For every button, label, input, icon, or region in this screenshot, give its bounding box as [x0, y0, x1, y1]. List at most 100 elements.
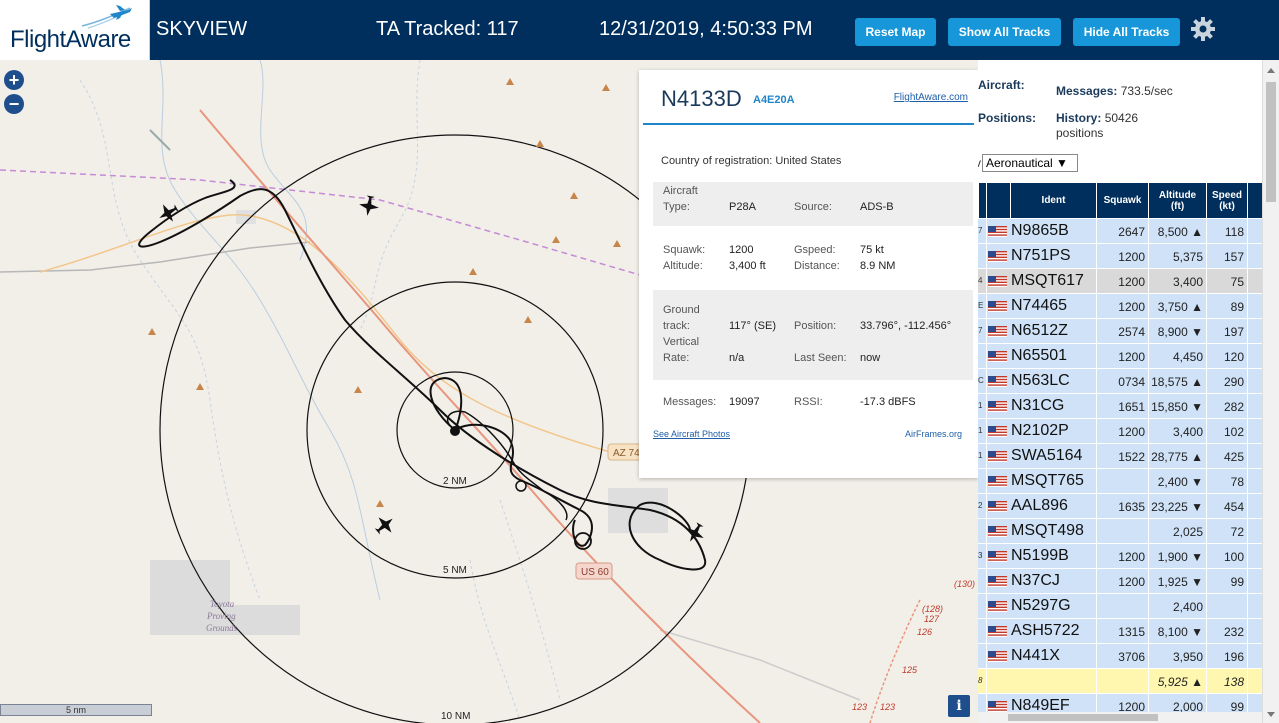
popup-altitude-label: Altitude: — [663, 260, 703, 272]
column-header-edge[interactable] — [978, 183, 986, 218]
table-row[interactable]: N65501 1200 4,450 120 — [978, 344, 1262, 369]
row-edge-cell — [978, 244, 986, 268]
cell-divider — [986, 219, 987, 243]
row-speed: 99 — [1230, 575, 1244, 589]
table-row[interactable]: 7 N6512Z 2574 8,900 ▼ 197 — [978, 319, 1262, 344]
row-edge-cell — [978, 619, 986, 643]
table-row[interactable]: MSQT765 2,400 ▼ 78 — [978, 469, 1262, 494]
popup-country-value: United States — [775, 155, 842, 167]
row-speed: 78 — [1230, 475, 1244, 489]
popup-messages-value: 19097 — [729, 396, 760, 408]
table-row[interactable]: N5297G 2,400 — [978, 594, 1262, 619]
table-row[interactable]: 1 N31CG 1651 15,850 ▼ 282 — [978, 394, 1262, 419]
cell-divider — [986, 569, 987, 593]
column-header-speed[interactable]: Speed (kt) — [1206, 183, 1247, 218]
column-header-squawk[interactable]: Squawk — [1096, 183, 1148, 218]
cell-divider — [1206, 319, 1207, 343]
row-altitude: 4,450 — [1172, 350, 1203, 364]
wash-line — [469, 559, 521, 721]
column-header-ident[interactable]: Ident — [1010, 183, 1096, 218]
flight-track-south[interactable] — [446, 410, 568, 521]
row-speed: 425 — [1223, 450, 1244, 464]
aircraft-icon[interactable] — [371, 511, 399, 539]
table-row[interactable]: 3 N5199B 1200 1,900 ▼ 100 — [978, 544, 1262, 569]
row-ident: ASH5722 — [1011, 622, 1080, 639]
row-ident: N5297G — [1011, 597, 1071, 614]
place-label-line: Proving — [206, 611, 236, 621]
vertical-scroll-thumb[interactable] — [1266, 82, 1276, 202]
flightaware-link[interactable]: FlightAware.com — [894, 92, 968, 103]
map-info-button[interactable]: i — [948, 695, 970, 717]
row-ident: N31CG — [1011, 397, 1065, 414]
horizontal-scroll-thumb[interactable] — [1008, 714, 1158, 721]
wash-line — [259, 60, 308, 261]
popup-lastseen-label: Last Seen: — [794, 352, 847, 364]
row-speed: 118 — [1224, 225, 1244, 239]
aircraft-icon[interactable] — [681, 519, 708, 546]
column-header-flag[interactable] — [986, 183, 1010, 218]
table-row[interactable]: E N74465 1200 3,750 ▲ 89 — [978, 294, 1262, 319]
reset-map-button[interactable]: Reset Map — [855, 18, 936, 46]
flightaware-logo[interactable]: FlightAware — [0, 0, 150, 60]
table-row[interactable]: N37CJ 1200 1,925 ▼ 99 — [978, 569, 1262, 594]
vertical-scrollbar[interactable] — [1262, 60, 1279, 723]
row-edge-cell — [978, 569, 986, 593]
airframes-link[interactable]: AirFrames.org — [905, 429, 962, 439]
scroll-up-arrow-icon[interactable] — [1267, 68, 1275, 73]
popup-distance-value: 8.9 NM — [860, 260, 896, 272]
row-squawk: 3706 — [1118, 650, 1145, 664]
table-row[interactable]: MSQT498 2,025 72 — [978, 519, 1262, 544]
us-flag-icon — [988, 501, 1007, 512]
cell-divider — [986, 519, 987, 543]
cell-divider — [986, 644, 987, 668]
row-edge-cell — [978, 469, 986, 493]
row-altitude: 2,025 — [1172, 525, 1203, 539]
horizontal-scrollbar[interactable] — [978, 712, 1262, 723]
cell-divider — [1247, 569, 1248, 593]
cell-divider — [1247, 644, 1248, 668]
column-header-extra[interactable] — [1247, 183, 1262, 218]
tracked-count: TA Tracked: 117 — [376, 18, 519, 40]
popup-track-label: Ground — [663, 304, 700, 316]
us-flag-icon — [988, 276, 1007, 287]
table-row[interactable]: N751PS 1200 5,375 157 — [978, 244, 1262, 269]
cell-divider — [1247, 269, 1248, 293]
popup-gspeed-label: Gspeed: — [794, 244, 836, 256]
popup-vrate-label: Vertical — [663, 336, 700, 348]
table-row[interactable]: C N563LC 0734 18,575 ▲ 290 — [978, 369, 1262, 394]
row-speed: 232 — [1223, 625, 1244, 639]
table-row[interactable]: 1 N2102P 1200 3,400 102 — [978, 419, 1262, 444]
cell-divider — [986, 469, 987, 493]
table-row[interactable]: 8 5,925 ▲ 138 — [978, 669, 1262, 694]
show-all-tracks-button[interactable]: Show All Tracks — [948, 18, 1061, 46]
column-header-altitude[interactable]: Altitude (ft) — [1148, 183, 1206, 218]
row-speed: 75 — [1230, 275, 1244, 289]
cell-divider — [1206, 444, 1207, 468]
table-row[interactable]: ASH5722 1315 8,100 ▼ 232 — [978, 619, 1262, 644]
aircraft-table-body: 7 N9865B 2647 8,500 ▲ 118 N751PS 1200 5,375 157 4… — [978, 219, 1262, 719]
row-edge-cell — [978, 344, 986, 368]
aircraft-info-popup: N4133D A4E20A FlightAware.com Country of… — [639, 70, 978, 478]
table-row[interactable]: 7 N9865B 2647 8,500 ▲ 118 — [978, 219, 1262, 244]
hide-all-tracks-button[interactable]: Hide All Tracks — [1073, 18, 1180, 46]
scroll-down-arrow-icon[interactable] — [1267, 712, 1275, 717]
zoom-in-button[interactable]: + — [4, 70, 24, 90]
table-row[interactable]: 1 SWA5164 1522 28,775 ▲ 425 — [978, 444, 1262, 469]
table-row[interactable]: N441X 3706 3,950 196 — [978, 644, 1262, 669]
cell-divider — [986, 394, 987, 418]
see-aircraft-photos-link[interactable]: See Aircraft Photos — [653, 429, 730, 439]
history-unit: positions — [1056, 126, 1104, 140]
us-flag-icon — [988, 551, 1007, 562]
table-row[interactable]: 4 MSQT617 1200 3,400 75 — [978, 269, 1262, 294]
cell-divider — [1148, 319, 1149, 343]
table-row[interactable]: 2 AAL896 1635 23,225 ▼ 454 — [978, 494, 1262, 519]
cell-divider — [986, 544, 987, 568]
gear-icon[interactable] — [1190, 16, 1216, 42]
zoom-out-button[interactable]: − — [4, 94, 24, 114]
column-header-speed-label: Speed — [1211, 189, 1242, 201]
popup-altitude-value: 3,400 ft — [729, 260, 766, 272]
map-type-select[interactable]: Aeronautical ▼ — [982, 154, 1078, 172]
boundary-line — [0, 169, 641, 276]
selected-aircraft-marker[interactable] — [450, 426, 460, 436]
ring-label-2nm: 2 NM — [443, 476, 467, 487]
